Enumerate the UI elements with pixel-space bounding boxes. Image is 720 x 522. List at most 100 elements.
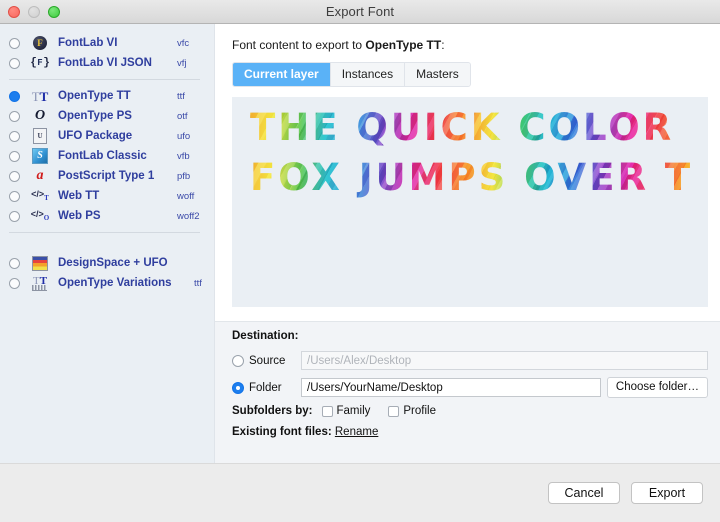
sidebar-item-designspace-ufo[interactable]: DesignSpace + UFO [0, 253, 214, 273]
subfolder-profile-label: Profile [403, 405, 436, 418]
subfolder-profile-checkbox[interactable] [388, 405, 400, 417]
sidebar-item-postscript-type-1[interactable]: a PostScript Type 1 pfb [0, 166, 214, 186]
existing-files-label: Existing font files: [232, 426, 332, 439]
tab-masters[interactable]: Masters [405, 63, 470, 87]
web-ps-icon: </>O [30, 209, 50, 222]
content-header: Font content to export to OpenType TT: C… [215, 24, 720, 88]
preview-line-1: THE QUICK COLOR [250, 103, 708, 154]
window-controls [8, 0, 60, 23]
sidebar-item-web-ps[interactable]: </>O Web PS woff2 [0, 206, 214, 226]
sidebar-divider [9, 79, 200, 80]
source-label: Source [249, 354, 286, 367]
format-extension: vfc [177, 37, 190, 49]
window-titlebar: Export Font [0, 0, 720, 24]
sidebar-item-web-tt[interactable]: </>T Web TT woff [0, 186, 214, 206]
folder-path-input[interactable]: /Users/YourName/Desktop [301, 378, 601, 398]
close-button[interactable] [8, 5, 20, 18]
format-extension: vfb [177, 150, 190, 162]
format-radio[interactable] [9, 150, 20, 162]
maximize-button[interactable] [48, 5, 60, 18]
ufo-package-icon: U [31, 128, 49, 144]
sidebar-item-ufo-package[interactable]: U UFO Package ufo [0, 126, 214, 146]
opentype-variations-icon: TT [31, 275, 49, 291]
folder-radio[interactable] [232, 381, 244, 394]
subfolder-family-label: Family [336, 405, 371, 418]
format-radio[interactable] [9, 257, 20, 269]
format-label: Web PS [58, 210, 101, 222]
format-extension: ttf [177, 90, 185, 102]
format-radio[interactable] [9, 130, 20, 142]
destination-section: Destination: Source /Users/Alex/Desktop … [215, 321, 720, 463]
opentype-tt-icon: TT [31, 88, 49, 104]
sidebar-item-opentype-tt[interactable]: TT OpenType TT ttf [0, 86, 214, 106]
preview-line-2: FOX JUMPS OVER T [250, 153, 708, 204]
destination-folder-row: Folder /Users/YourName/Desktop Choose fo… [232, 377, 708, 399]
format-extension: otf [177, 110, 188, 122]
format-list-sidebar: F FontLab VI vfc {F} FontLab VI JSON vfj… [0, 24, 215, 463]
format-label: FontLab VI JSON [58, 57, 152, 69]
sidebar-item-opentype-ps[interactable]: O OpenType PS otf [0, 106, 214, 126]
format-label: UFO Package [58, 130, 133, 142]
minimize-button[interactable] [28, 5, 40, 18]
format-radio[interactable] [9, 277, 20, 289]
subfolder-family-checkbox[interactable] [321, 405, 333, 417]
format-extension: ttf [194, 277, 202, 289]
fontlab-classic-icon: S [31, 148, 49, 164]
tab-current-layer[interactable]: Current layer [233, 63, 331, 87]
cancel-button[interactable]: Cancel [548, 482, 620, 504]
preview-text-block: THE QUICK COLOR FOX JUMPS OVER T [250, 103, 708, 204]
format-radio[interactable] [9, 170, 20, 182]
content-label-format: OpenType TT [365, 38, 442, 52]
content-scope-tabs: Current layer Instances Masters [232, 62, 471, 88]
format-label: DesignSpace + UFO [58, 257, 168, 269]
sidebar-item-fontlab-vi-json[interactable]: {F} FontLab VI JSON vfj [0, 53, 214, 73]
content-label: Font content to export to OpenType TT: [232, 38, 720, 52]
fontlab-json-icon: {F} [30, 56, 50, 69]
font-preview-panel[interactable]: THE QUICK COLOR FOX JUMPS OVER T [232, 97, 708, 308]
source-radio[interactable] [232, 354, 244, 367]
existing-files-row: Existing font files: Rename [232, 426, 708, 438]
format-extension: woff [177, 190, 195, 202]
choose-folder-button[interactable]: Choose folder… [606, 377, 708, 399]
format-radio[interactable] [9, 190, 20, 202]
destination-title: Destination: [232, 330, 299, 343]
sidebar-item-fontlab-vi[interactable]: F FontLab VI vfc [0, 33, 214, 53]
export-button[interactable]: Export [631, 482, 703, 504]
format-radio[interactable] [9, 37, 20, 49]
format-label: FontLab Classic [58, 150, 147, 162]
dialog-body: F FontLab VI vfc {F} FontLab VI JSON vfj… [0, 24, 720, 463]
tab-instances[interactable]: Instances [330, 63, 406, 87]
format-extension: vfj [177, 57, 187, 69]
format-label: OpenType PS [58, 110, 132, 122]
sidebar-divider [9, 232, 200, 233]
format-label: OpenType Variations [58, 277, 172, 289]
web-tt-icon: </>T [31, 189, 49, 202]
sidebar-item-fontlab-classic[interactable]: S FontLab Classic vfb [0, 146, 214, 166]
format-radio[interactable] [9, 210, 20, 222]
fontlab-circle-icon: F [31, 35, 49, 51]
format-radio-selected[interactable] [9, 90, 20, 102]
content-label-suffix: : [441, 38, 445, 52]
sidebar-item-opentype-variations[interactable]: TT OpenType Variations ttf [0, 273, 214, 293]
format-extension: woff2 [177, 210, 200, 222]
format-radio[interactable] [9, 57, 20, 69]
main-panel: Font content to export to OpenType TT: C… [215, 24, 720, 463]
subfolders-title: Subfolders by: [232, 405, 313, 418]
designspace-ufo-icon [31, 255, 49, 271]
export-font-dialog: Export Font F FontLab VI vfc {F} FontLab… [0, 0, 720, 522]
subfolders-row: Subfolders by: Family Profile [232, 405, 708, 417]
format-label: FontLab VI [58, 37, 118, 49]
postscript-type1-icon: a [36, 168, 44, 183]
source-path-input: /Users/Alex/Desktop [301, 351, 708, 371]
window-title: Export Font [325, 4, 395, 19]
folder-label: Folder [249, 381, 282, 394]
existing-files-action-link[interactable]: Rename [335, 426, 378, 438]
format-extension: ufo [177, 130, 191, 142]
format-extension: pfb [177, 170, 191, 182]
format-radio[interactable] [9, 110, 20, 122]
destination-source-row: Source /Users/Alex/Desktop [232, 351, 708, 371]
content-label-prefix: Font content to export to [232, 38, 366, 52]
format-label: PostScript Type 1 [58, 170, 155, 182]
format-label: Web TT [58, 190, 100, 202]
